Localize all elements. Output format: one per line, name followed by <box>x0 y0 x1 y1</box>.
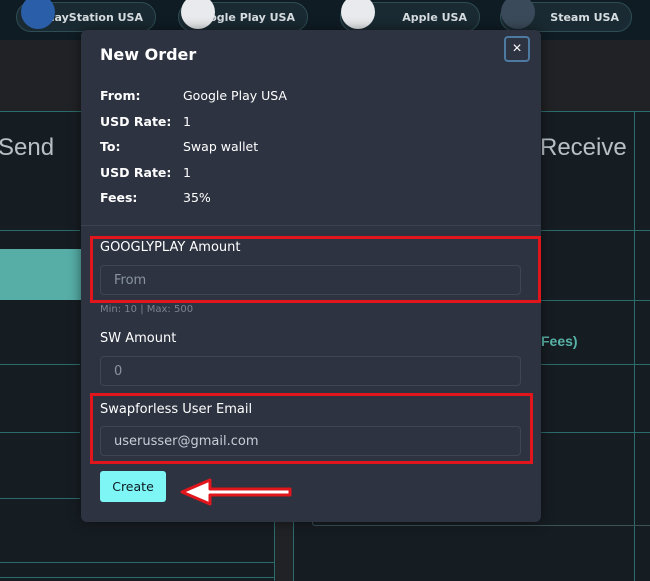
fees-text: Fees) <box>541 333 578 349</box>
info-value: 35% <box>183 190 211 205</box>
create-button[interactable]: Create <box>100 471 166 502</box>
highlight-box <box>90 236 541 303</box>
new-order-modal: New Order × From: Google Play USA USD Ra… <box>81 30 541 522</box>
sw-amount-input[interactable] <box>100 356 521 386</box>
info-label: From: <box>100 88 141 103</box>
info-row-usd-rate-from: USD Rate: 1 <box>100 114 191 129</box>
info-label: To: <box>100 139 121 154</box>
card-label: PlayStation USA <box>42 10 143 24</box>
divider-line <box>0 230 80 231</box>
info-label: USD Rate: <box>100 114 172 129</box>
divider-line <box>0 498 80 499</box>
card-google-play[interactable]: Google Play USA <box>178 0 308 32</box>
card-apple[interactable]: Apple USA <box>340 0 480 32</box>
divider-line <box>541 230 650 231</box>
highlight-box <box>90 393 533 464</box>
divider-line <box>0 577 275 578</box>
send-selector[interactable] <box>0 249 81 300</box>
info-row-to: To: Swap wallet <box>100 139 258 154</box>
divider-line <box>541 432 650 433</box>
card-label: Apple USA <box>402 10 467 24</box>
divider-line <box>0 562 275 563</box>
info-row-from: From: Google Play USA <box>100 88 287 103</box>
modal-divider <box>81 225 541 226</box>
info-value: 1 <box>183 114 191 129</box>
card-playstation[interactable]: PlayStation USA <box>16 0 156 32</box>
pointer-arrow-icon <box>180 478 292 506</box>
playstation-icon <box>21 0 55 29</box>
card-label: Steam USA <box>550 10 619 24</box>
info-label: Fees: <box>100 190 138 205</box>
send-heading: Send <box>0 134 55 161</box>
info-value: 1 <box>183 165 191 180</box>
close-button[interactable]: × <box>504 36 530 62</box>
card-steam[interactable]: Steam USA <box>500 0 632 32</box>
sw-amount-label: SW Amount <box>100 331 177 346</box>
apple-icon <box>341 0 375 29</box>
info-row-fees: Fees: 35% <box>100 190 211 205</box>
google-play-icon <box>181 0 215 29</box>
info-value: Google Play USA <box>183 88 287 103</box>
info-label: USD Rate: <box>100 165 172 180</box>
modal-title: New Order <box>100 45 197 64</box>
info-row-usd-rate-to: USD Rate: 1 <box>100 165 191 180</box>
close-icon: × <box>512 40 522 57</box>
divider-line <box>0 364 80 365</box>
receive-heading: Receive <box>540 134 627 161</box>
divider-line <box>541 364 650 365</box>
amount-hint: Min: 10 | Max: 500 <box>100 304 194 315</box>
info-value: Swap wallet <box>183 139 259 154</box>
divider-line <box>0 432 80 433</box>
steam-icon <box>501 0 535 29</box>
divider-line <box>541 300 650 301</box>
